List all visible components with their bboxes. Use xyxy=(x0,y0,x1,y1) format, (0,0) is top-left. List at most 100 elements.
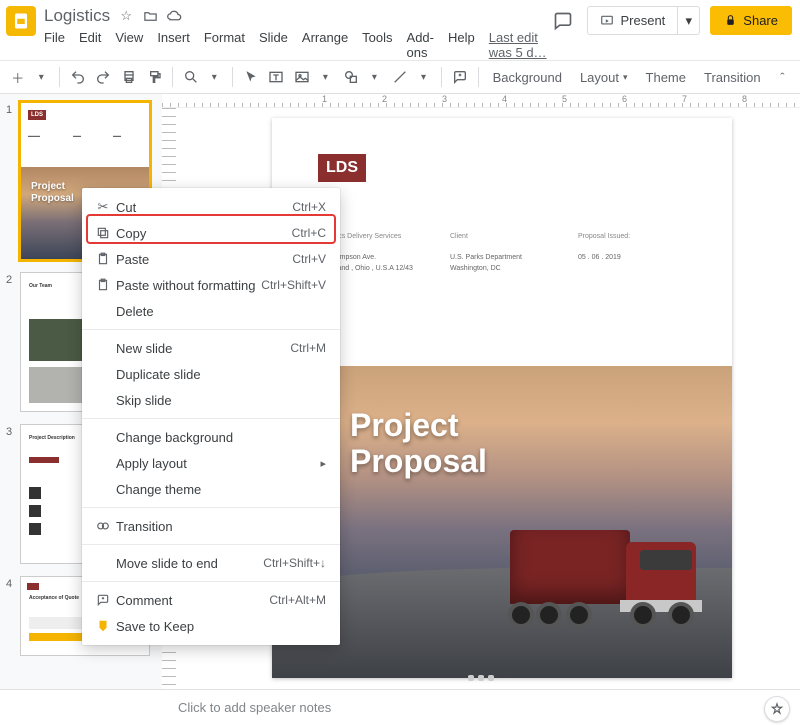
paint-format-button[interactable] xyxy=(143,64,167,90)
select-tool[interactable] xyxy=(239,64,263,90)
zoom-button[interactable] xyxy=(179,64,203,90)
ctx-duplicate-slide[interactable]: Duplicate slide xyxy=(82,361,340,387)
slide-photo: ProjectProposal xyxy=(272,366,732,678)
ctx-comment[interactable]: CommentCtrl+Alt+M xyxy=(82,587,340,613)
present-label: Present xyxy=(620,13,665,28)
image-tool[interactable] xyxy=(290,64,314,90)
ctx-cut[interactable]: ✂ Cut Ctrl+X xyxy=(82,194,340,220)
undo-button[interactable] xyxy=(66,64,90,90)
ctx-delete[interactable]: Delete xyxy=(82,298,340,324)
menu-help[interactable]: Help xyxy=(448,30,475,60)
comment-icon xyxy=(92,593,114,607)
clipboard-icon xyxy=(92,252,114,266)
ctx-change-background[interactable]: Change background xyxy=(82,424,340,450)
star-icon[interactable]: ☆ xyxy=(118,8,134,24)
share-label: Share xyxy=(743,13,778,28)
transition-icon xyxy=(92,519,114,533)
menu-insert[interactable]: Insert xyxy=(157,30,190,60)
separator xyxy=(82,418,340,419)
separator xyxy=(172,67,173,87)
textbox-tool[interactable] xyxy=(265,64,289,90)
menu-format[interactable]: Format xyxy=(204,30,245,60)
menu-arrange[interactable]: Arrange xyxy=(302,30,348,60)
slide-title: ProjectProposal xyxy=(350,408,487,480)
redo-button[interactable] xyxy=(92,64,116,90)
print-button[interactable] xyxy=(117,64,141,90)
slide-logo: LDS xyxy=(318,154,366,182)
last-edit-link[interactable]: Last edit was 5 d… xyxy=(489,30,550,60)
layout-button[interactable]: Layout▾ xyxy=(572,64,636,90)
thumb-logo: LDS xyxy=(28,110,46,120)
ctx-apply-layout[interactable]: Apply layout▸ xyxy=(82,450,340,476)
ctx-skip-slide[interactable]: Skip slide xyxy=(82,387,340,413)
ctx-new-slide[interactable]: New slideCtrl+M xyxy=(82,335,340,361)
ruler-horizontal: 1 2 3 4 5 6 7 8 xyxy=(162,94,800,108)
theme-button[interactable]: Theme xyxy=(638,64,694,90)
ctx-copy[interactable]: Copy Ctrl+C xyxy=(82,220,340,246)
info-col-2: Client U.S. Parks Department Washington,… xyxy=(450,232,550,274)
info-col-3: Proposal Issued: 05 . 06 . 2019 xyxy=(578,232,678,264)
ctx-paste-without-formatting[interactable]: Paste without formatting Ctrl+Shift+V xyxy=(82,272,340,298)
notes-placeholder: Click to add speaker notes xyxy=(178,700,331,715)
title-bar: Logistics ☆ File Edit View Insert Format… xyxy=(0,0,800,60)
separator xyxy=(478,67,479,87)
separator xyxy=(82,329,340,330)
share-button[interactable]: Share xyxy=(710,6,792,35)
ctx-save-to-keep[interactable]: Save to Keep xyxy=(82,613,340,639)
cloud-saved-icon xyxy=(166,8,182,24)
menu-view[interactable]: View xyxy=(115,30,143,60)
menu-edit[interactable]: Edit xyxy=(79,30,101,60)
clipboard-plain-icon xyxy=(92,278,114,292)
menu-tools[interactable]: Tools xyxy=(362,30,392,60)
thumb-title: ProjectProposal xyxy=(31,181,74,204)
copy-icon xyxy=(92,226,114,240)
toolbar: ＋ ▾ ▾ ▾ ▾ ▾ Background Layout▾ Theme Tra… xyxy=(0,60,800,94)
context-menu: ✂ Cut Ctrl+X Copy Ctrl+C Paste Ctrl+V Pa… xyxy=(82,188,340,645)
slide-number: 4 xyxy=(6,576,16,656)
menu-file[interactable]: File xyxy=(44,30,65,60)
keep-icon xyxy=(92,619,114,633)
comment-tool[interactable] xyxy=(448,64,472,90)
ctx-transition[interactable]: Transition xyxy=(82,513,340,539)
separator xyxy=(59,67,60,87)
present-dropdown[interactable]: ▾ xyxy=(678,6,700,35)
thumb-head: Acceptance of Quote xyxy=(29,595,79,601)
line-tool[interactable] xyxy=(388,64,412,90)
transition-button[interactable]: Transition xyxy=(696,64,769,90)
truck-illustration xyxy=(492,496,702,636)
thumb-head: Our Team xyxy=(29,283,52,289)
slide-canvas[interactable]: LDS Logistics Delivery Services 37 Thomp… xyxy=(272,118,732,678)
ctx-move-slide-end[interactable]: Move slide to endCtrl+Shift+↓ xyxy=(82,550,340,576)
separator xyxy=(441,67,442,87)
submenu-arrow-icon: ▸ xyxy=(320,457,326,470)
open-comments-button[interactable] xyxy=(549,7,577,35)
line-dropdown[interactable]: ▾ xyxy=(412,64,436,90)
ctx-paste[interactable]: Paste Ctrl+V xyxy=(82,246,340,272)
move-to-folder-icon[interactable] xyxy=(142,8,158,24)
new-slide-button[interactable]: ＋ xyxy=(6,64,30,90)
doc-title[interactable]: Logistics xyxy=(44,6,110,26)
new-slide-dropdown[interactable]: ▾ xyxy=(30,64,54,90)
explore-button[interactable] xyxy=(764,696,790,722)
menu-addons[interactable]: Add-ons xyxy=(407,30,434,60)
separator xyxy=(232,67,233,87)
image-dropdown[interactable]: ▾ xyxy=(314,64,338,90)
slide-number: 1 xyxy=(6,102,16,260)
slides-logo[interactable] xyxy=(6,6,36,36)
ctx-change-theme[interactable]: Change theme xyxy=(82,476,340,502)
slide-number: 3 xyxy=(6,424,16,564)
collapse-toolbar-button[interactable]: ˆ xyxy=(771,64,795,90)
menu-slide[interactable]: Slide xyxy=(259,30,288,60)
present-button[interactable]: Present xyxy=(587,6,678,35)
separator xyxy=(82,581,340,582)
separator xyxy=(82,544,340,545)
shape-dropdown[interactable]: ▾ xyxy=(363,64,387,90)
speaker-notes[interactable]: Click to add speaker notes xyxy=(0,689,800,725)
zoom-dropdown[interactable]: ▾ xyxy=(203,64,227,90)
menu-bar: File Edit View Insert Format Slide Arran… xyxy=(44,26,549,60)
background-button[interactable]: Background xyxy=(485,64,570,90)
slide-pager xyxy=(468,675,494,681)
shape-tool[interactable] xyxy=(339,64,363,90)
thumb-head: Project Description xyxy=(29,435,75,441)
separator xyxy=(82,507,340,508)
